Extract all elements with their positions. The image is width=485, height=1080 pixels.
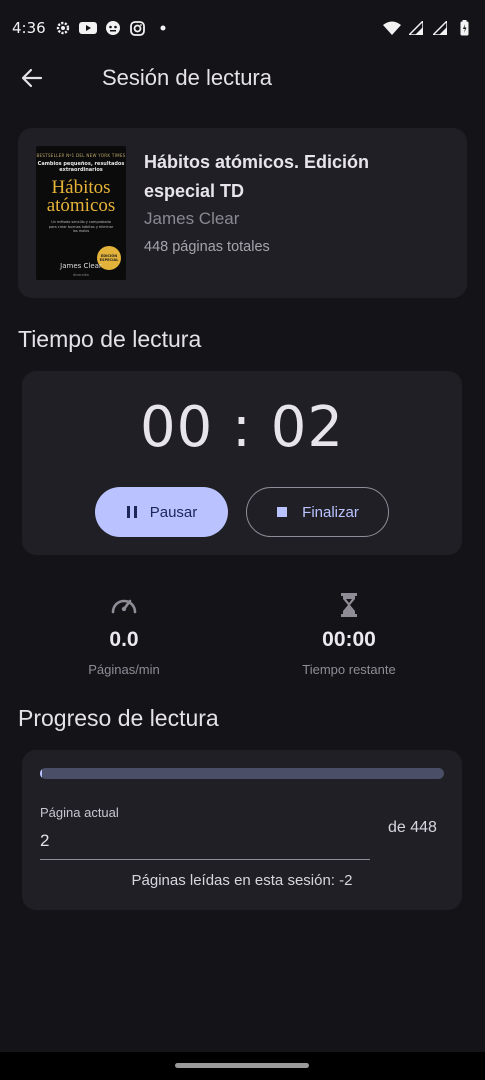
pause-icon — [126, 506, 137, 518]
finish-button[interactable]: Finalizar — [246, 487, 389, 537]
page-title: Sesión de lectura — [102, 65, 272, 90]
reading-speed-label: Páginas/min — [88, 662, 160, 677]
reading-progress-fill — [40, 768, 43, 779]
dot-icon — [154, 19, 172, 37]
game-controller-icon — [104, 19, 122, 37]
total-pages-suffix: de 448 — [388, 819, 437, 836]
reading-speed-value: 0.0 — [109, 628, 139, 651]
settings-icon — [54, 19, 72, 37]
time-remaining-stat: 00:00 Tiempo restante — [259, 592, 439, 677]
speedometer-icon — [34, 592, 214, 618]
wifi-icon — [383, 19, 401, 37]
stop-icon — [277, 507, 288, 517]
finish-button-label: Finalizar — [302, 503, 359, 521]
signal-icon — [407, 19, 425, 37]
cover-top-line: BESTSELLER Nº1 DEL NEW YORK TIMES — [36, 153, 126, 158]
signal-icon-2 — [431, 19, 449, 37]
session-pages-text: Páginas leídas en esta sesión: -2 — [131, 872, 353, 889]
reading-progress-bar — [40, 768, 444, 779]
cover-title-line2: atómicos — [46, 195, 116, 216]
current-page-label: Página actual — [40, 805, 119, 820]
youtube-icon — [78, 19, 97, 37]
cover-author: James Clear — [60, 262, 102, 270]
back-button[interactable] — [6, 52, 58, 104]
instagram-icon — [129, 19, 147, 37]
book-total-pages: 448 páginas totales — [144, 239, 270, 255]
status-bar: 4:36 — [0, 0, 485, 56]
battery-icon — [455, 19, 473, 37]
cover-title: Hábitos atómicos — [36, 178, 126, 216]
timer-section-title: Tiempo de lectura — [18, 326, 202, 352]
time-remaining-value: 00:00 — [322, 628, 376, 651]
hourglass-icon — [259, 592, 439, 618]
status-time: 4:36 — [12, 19, 46, 37]
book-info: Hábitos atómicos. Edición especial TD Ja… — [144, 146, 414, 280]
book-title: Hábitos atómicos. Edición especial TD — [144, 152, 370, 201]
pause-button[interactable]: Pausar — [95, 487, 228, 537]
cover-subtitle: Cambios pequeños, resultados extraordina… — [37, 161, 125, 173]
book-card: BESTSELLER Nº1 DEL NEW YORK TIMES Cambio… — [18, 128, 467, 298]
current-page-input[interactable] — [40, 826, 370, 860]
timer-display: 00 : 02 — [140, 395, 344, 460]
progress-section-title: Progreso de lectura — [18, 705, 219, 731]
navigation-bar — [0, 1052, 485, 1080]
book-cover: BESTSELLER Nº1 DEL NEW YORK TIMES Cambio… — [36, 146, 126, 280]
arrow-back-icon — [21, 68, 43, 88]
timer-card: 00 : 02 Pausar Finalizar — [22, 371, 462, 555]
reading-speed-stat: 0.0 Páginas/min — [34, 592, 214, 677]
pause-button-label: Pausar — [149, 503, 198, 521]
time-remaining-label: Tiempo restante — [302, 662, 396, 677]
system-icons — [383, 19, 473, 37]
home-indicator[interactable] — [175, 1063, 309, 1068]
top-app-bar: Sesión de lectura — [0, 52, 485, 104]
progress-card: Página actual de 448 Páginas leídas en e… — [22, 750, 462, 910]
book-author: James Clear — [144, 209, 240, 228]
notification-icons — [54, 19, 172, 37]
cover-description: Un método sencillo y comprobado para cre… — [48, 220, 114, 233]
cover-publisher: diversión — [72, 273, 89, 277]
